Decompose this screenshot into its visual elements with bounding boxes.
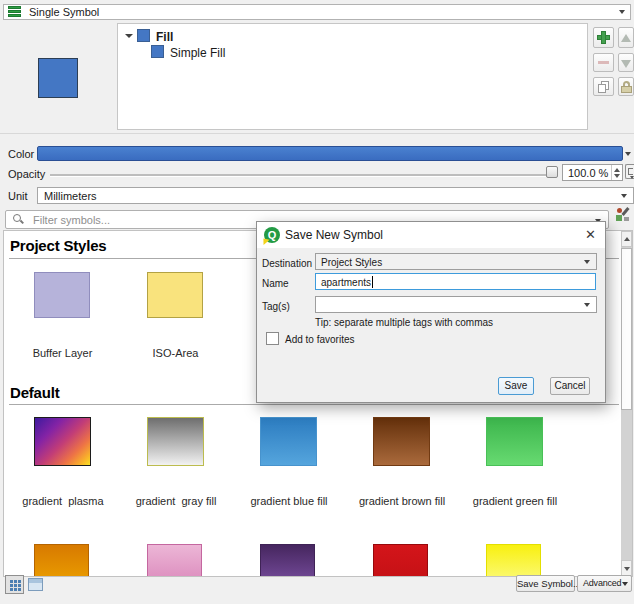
move-down-button[interactable] (618, 53, 634, 72)
dialog-title-bar[interactable]: Q Save New Symbol ✕ (257, 222, 605, 248)
style-swatch[interactable] (486, 417, 543, 466)
opacity-value: 100.0 % (568, 167, 608, 179)
advanced-button[interactable]: Advanced (577, 575, 632, 592)
duplicate-layer-button[interactable] (593, 77, 614, 96)
style-swatch[interactable] (373, 544, 428, 577)
favorites-label: Add to favorites (285, 334, 354, 345)
style-swatch[interactable] (34, 417, 91, 466)
spin-down-icon[interactable] (614, 174, 620, 178)
style-swatch-label: gradient green fill (459, 495, 572, 507)
close-icon[interactable]: ✕ (585, 227, 596, 242)
symbology-icon (8, 6, 21, 18)
opacity-slider-track[interactable] (50, 174, 546, 176)
tags-tip: Tip: separate multiple tags with commas (315, 317, 493, 328)
symbol-type-label: Single Symbol (29, 6, 99, 18)
style-swatch[interactable] (34, 544, 89, 577)
tags-combobox[interactable] (315, 296, 597, 313)
chevron-down-icon (584, 303, 590, 307)
name-input[interactable]: apartments (315, 273, 596, 290)
chevron-down-icon (621, 194, 627, 198)
tree-item-simple-fill[interactable]: Simple Fill (170, 46, 225, 60)
symbol-type-combobox[interactable]: Single Symbol (3, 4, 631, 20)
opacity-slider-handle[interactable] (546, 166, 558, 178)
style-swatch[interactable] (373, 417, 430, 466)
style-swatch[interactable] (260, 417, 317, 466)
text-caret (372, 276, 373, 288)
destination-label: Destination (262, 258, 312, 269)
fill-symbol-icon (137, 29, 150, 42)
scrollbar-down-button[interactable] (621, 560, 632, 576)
name-label: Name (262, 278, 289, 289)
list-view-toggle[interactable] (28, 578, 43, 591)
color-button[interactable] (37, 146, 623, 161)
symbol-layer-tree[interactable]: Fill Simple Fill (117, 23, 588, 130)
add-to-favorites-checkbox[interactable] (266, 332, 279, 345)
color-label: Color (8, 148, 34, 160)
dialog-title: Save New Symbol (285, 228, 383, 242)
search-icon (13, 214, 24, 225)
chevron-down-icon (622, 582, 628, 586)
style-swatch[interactable] (147, 272, 203, 318)
grid-icon (10, 580, 13, 583)
opacity-spinbox[interactable]: 100.0 % (562, 164, 623, 181)
style-swatch[interactable] (260, 544, 315, 577)
chevron-down-icon (584, 260, 590, 264)
move-up-button[interactable] (618, 27, 634, 48)
style-swatch-label: gradient plasma (7, 495, 120, 507)
unit-combobox[interactable]: Millimeters (37, 187, 634, 204)
icon-view-toggle[interactable] (5, 575, 24, 594)
style-swatch[interactable] (486, 544, 541, 577)
style-manager-button[interactable] (616, 208, 630, 222)
cancel-button[interactable]: Cancel (550, 377, 590, 395)
filter-placeholder: Filter symbols... (33, 214, 110, 226)
separator (0, 133, 634, 134)
destination-combobox[interactable]: Project Styles (315, 253, 597, 270)
lock-icon (619, 78, 633, 95)
data-defined-override-button[interactable] (625, 164, 634, 179)
style-swatch[interactable] (147, 417, 204, 466)
scrollbar-thumb[interactable] (621, 248, 632, 410)
style-swatch-label: ISO-Area (119, 347, 232, 359)
color-dropdown-arrow[interactable] (625, 152, 631, 156)
save-button[interactable]: Save (498, 377, 534, 395)
add-symbol-layer-button[interactable] (593, 27, 614, 48)
save-symbol-button[interactable]: Save Symbol... (516, 575, 575, 592)
style-swatch-label: gradient gray fill (120, 495, 233, 507)
expander-icon[interactable] (125, 34, 133, 38)
up-arrow-icon (621, 34, 631, 42)
opacity-label: Opacity (8, 168, 45, 180)
style-swatch-label: Buffer Layer (6, 347, 119, 359)
section-title: Project Styles (10, 237, 106, 254)
spin-up-icon[interactable] (614, 168, 620, 172)
style-swatch[interactable] (34, 272, 90, 318)
lock-color-button[interactable] (618, 77, 634, 96)
unit-value: Millimeters (44, 190, 97, 202)
style-swatch[interactable] (147, 544, 202, 577)
tree-item-fill[interactable]: Fill (156, 30, 173, 44)
qgis-logo-icon: Q (264, 227, 280, 243)
section-title: Default (10, 384, 59, 401)
save-new-symbol-dialog: Q Save New Symbol ✕ Destination Project … (256, 221, 606, 403)
style-swatch-label: gradient brown fill (346, 495, 459, 507)
chevron-down-icon (619, 10, 625, 14)
scrollbar-up-button[interactable] (621, 231, 632, 247)
tags-label: Tag(s) (262, 301, 290, 312)
remove-symbol-layer-button[interactable] (593, 53, 614, 72)
section-divider (9, 404, 619, 405)
unit-label: Unit (8, 190, 28, 202)
down-arrow-icon (621, 60, 631, 68)
minus-icon (598, 61, 609, 64)
simple-fill-icon (151, 45, 164, 58)
duplicate-icon (594, 78, 613, 95)
symbol-preview (38, 58, 78, 98)
style-swatch-label: gradient blue fill (233, 495, 346, 507)
